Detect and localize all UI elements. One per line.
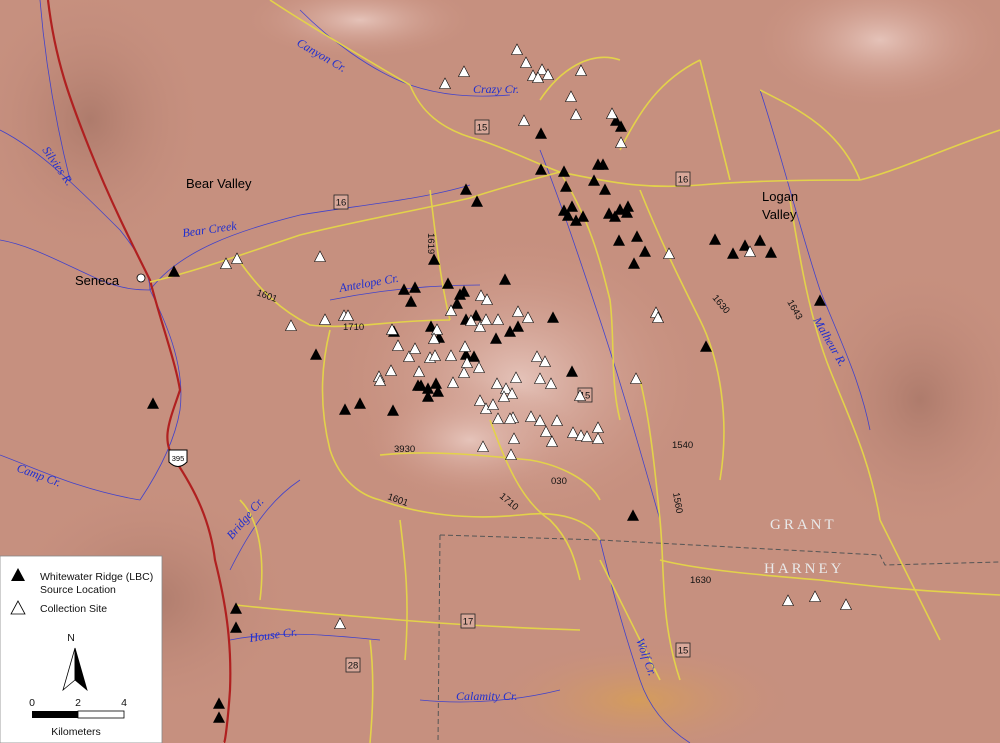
route-marker: 16 (333, 194, 349, 210)
route-number: 16 (336, 198, 347, 209)
road-label: 1630 (690, 575, 711, 586)
route-marker: 15 (675, 642, 691, 658)
route-number: 15 (678, 646, 689, 657)
route-number: 17 (463, 617, 474, 628)
north-arrow-label: N (67, 632, 75, 644)
highway-shield-icon: 395 (168, 449, 188, 467)
legend: Whitewater Ridge (LBC) Source Location C… (0, 555, 163, 743)
route-marker: 16 (675, 171, 691, 187)
stream-label: Crazy Cr. (473, 82, 519, 96)
county-label: HARNEY (764, 561, 845, 577)
legend-site-label: Collection Site (40, 603, 107, 615)
town-label: Seneca (75, 273, 120, 288)
legend-source-label-2: Source Location (40, 584, 116, 596)
route-number: 15 (477, 123, 488, 134)
road-label: 030 (551, 476, 567, 487)
map[interactable]: SenecaBear ValleyLoganValley Canyon Cr.C… (0, 0, 1000, 743)
town-label: Valley (762, 207, 797, 222)
scale-tick-0: 0 (29, 697, 35, 709)
town-marker (136, 273, 146, 283)
county-label: GRANT (770, 517, 837, 533)
scale-tick-2: 2 (75, 697, 81, 709)
route-marker: 17 (460, 613, 476, 629)
road-label: 1540 (672, 440, 693, 451)
stream-label: Calamity Cr. (456, 689, 517, 703)
highway-shield-number: 395 (172, 454, 185, 463)
route-marker: 15 (474, 119, 490, 135)
road-label: 3930 (394, 444, 415, 455)
road-label: 1619 (425, 233, 436, 254)
legend-source-label-1: Whitewater Ridge (LBC) (40, 571, 153, 583)
route-number: 28 (348, 661, 359, 672)
scale-unit: Kilometers (51, 726, 101, 738)
town-label: Bear Valley (186, 176, 252, 191)
route-marker: 28 (345, 657, 361, 673)
scale-bar (32, 710, 125, 719)
road-label: 1710 (343, 322, 364, 333)
town-label: Logan (762, 189, 798, 204)
scale-tick-4: 4 (121, 697, 127, 709)
route-number: 16 (678, 175, 689, 186)
